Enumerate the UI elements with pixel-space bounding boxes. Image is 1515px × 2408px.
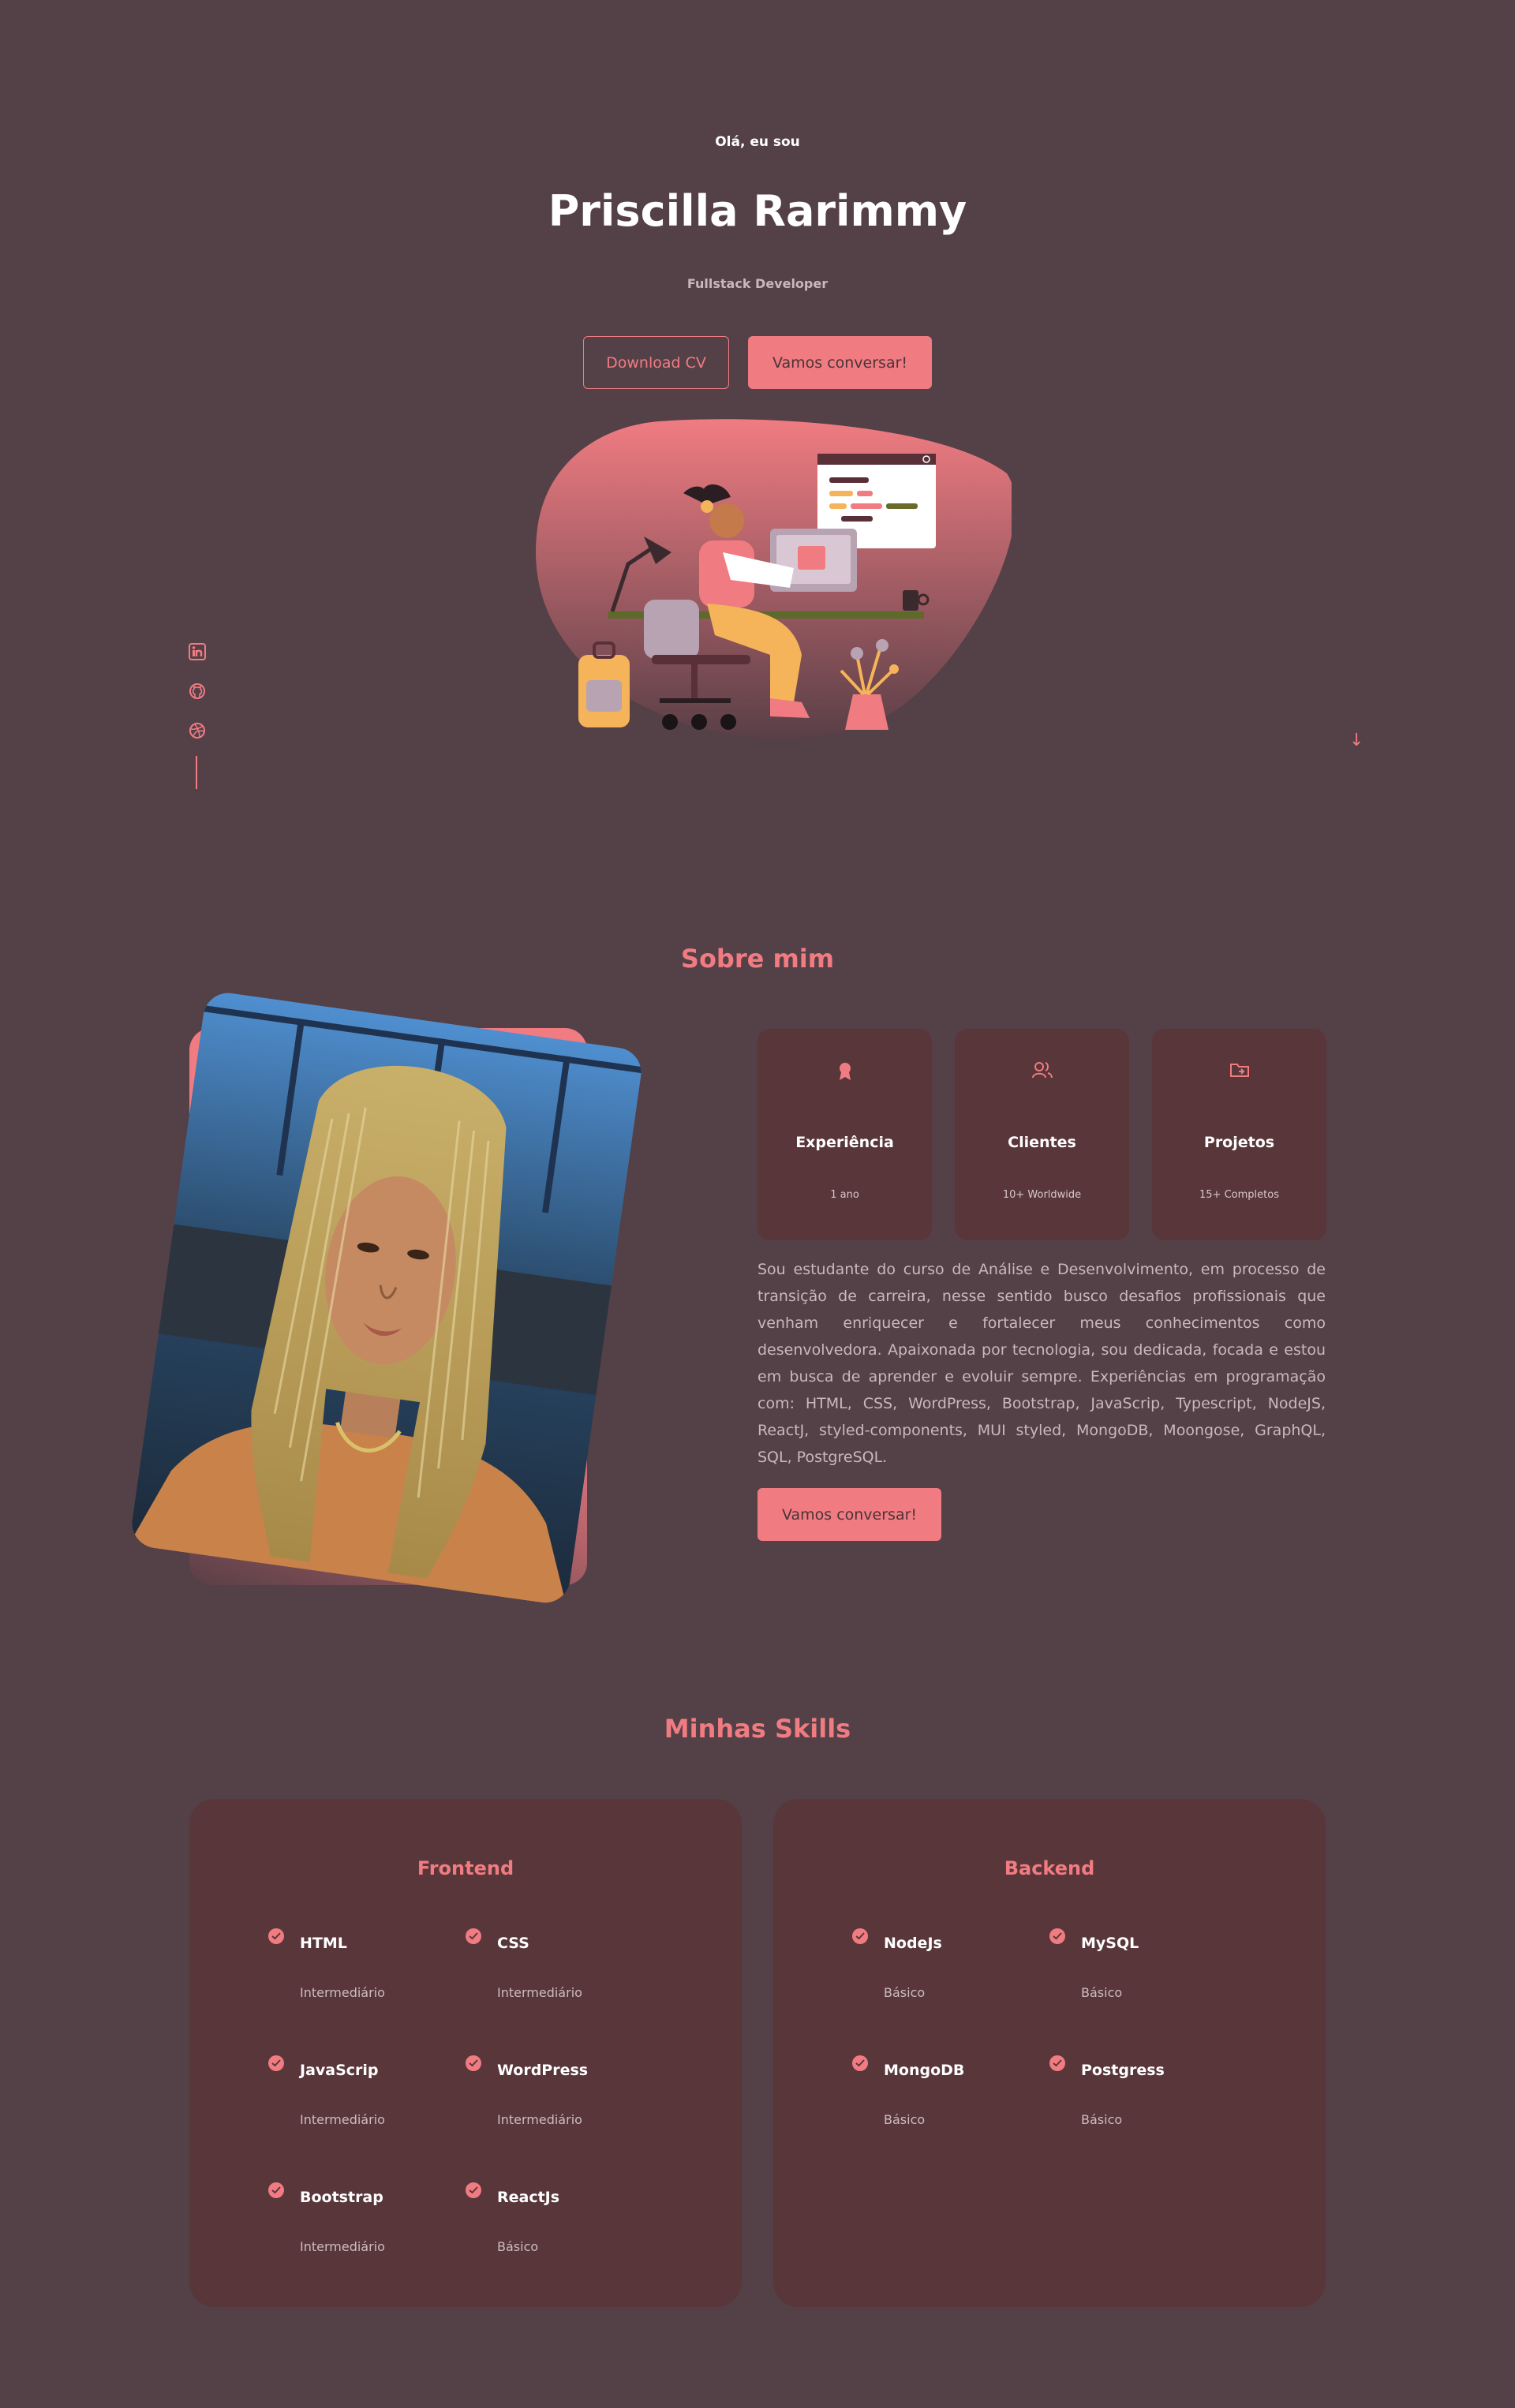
frontend-title: Frontend [417, 1857, 514, 1879]
experience-title: Experiência [795, 1134, 894, 1151]
projects-card: Projetos 15+ Completos [1152, 1029, 1326, 1240]
skill-name: Postgress [1081, 2062, 1165, 2079]
backend-card: Backend NodeJs Básico MySQL Básico Mongo… [773, 1799, 1326, 2307]
dribbble-icon[interactable] [186, 720, 208, 742]
skill-name: NodeJs [884, 1935, 942, 1952]
skill-level: Básico [497, 2239, 539, 2254]
check-badge-icon [1049, 2055, 1065, 2071]
clients-value: 10+ Worldwide [1002, 1189, 1082, 1201]
skill-item: NodeJs Básico [852, 1928, 1010, 2015]
about-contact-button[interactable]: Vamos conversar! [758, 1488, 941, 1541]
skill-name: MongoDB [884, 2062, 965, 2079]
skill-item: MongoDB Básico [852, 2055, 1010, 2142]
skill-item: HTML Intermediário [268, 1928, 426, 2015]
hero-contact-button[interactable]: Vamos conversar! [748, 336, 932, 389]
skill-name: WordPress [497, 2062, 589, 2079]
linkedin-icon[interactable] [186, 641, 208, 663]
skill-name: ReactJs [497, 2189, 560, 2206]
about-title: Sobre mim [680, 944, 835, 974]
check-badge-icon [852, 1928, 868, 1944]
frontend-card: Frontend HTML Intermediário CSS Intermed… [189, 1799, 742, 2307]
projects-value: 15+ Completos [1199, 1189, 1279, 1201]
github-icon[interactable] [186, 680, 208, 702]
skill-level: Básico [884, 1985, 926, 2000]
skill-name: HTML [300, 1935, 347, 1952]
skill-name: Bootstrap [300, 2189, 383, 2206]
skill-level: Básico [884, 2112, 926, 2127]
profile-photo [129, 989, 645, 1606]
developer-illustration [536, 419, 1012, 738]
skill-name: JavaScrip [300, 2062, 379, 2079]
skill-item: Bootstrap Intermediário [268, 2182, 426, 2269]
skill-name: MySQL [1081, 1935, 1139, 1952]
hero-role: Fullstack Developer [686, 276, 829, 291]
about-description: Sou estudante do curso de Análise e Dese… [758, 1261, 1326, 1466]
projects-title: Projetos [1203, 1134, 1275, 1151]
skill-item: MySQL Básico [1049, 1928, 1207, 2015]
skill-level: Intermediário [497, 2112, 582, 2127]
experience-card: Experiência 1 ano [758, 1029, 932, 1240]
skill-item: CSS Intermediário [466, 1928, 623, 2015]
skill-item: JavaScrip Intermediário [268, 2055, 426, 2142]
award-icon [758, 1060, 932, 1082]
check-badge-icon [466, 2182, 481, 2198]
check-badge-icon [466, 1928, 481, 1944]
experience-value: 1 ano [830, 1189, 859, 1201]
skill-level: Básico [1081, 1985, 1123, 2000]
clients-card: Clientes 10+ Worldwide [955, 1029, 1129, 1240]
skill-level: Intermediário [497, 1985, 582, 2000]
check-badge-icon [268, 2055, 284, 2071]
skill-level: Intermediário [300, 2112, 385, 2127]
skill-name: CSS [497, 1935, 529, 1952]
check-badge-icon [1049, 1928, 1065, 1944]
hero-greeting: Olá, eu sou [715, 134, 800, 150]
scroll-down-icon[interactable]: ↓ [1349, 731, 1364, 750]
social-links [186, 641, 208, 742]
skills-title: Minhas Skills [664, 1714, 851, 1744]
check-badge-icon [268, 1928, 284, 1944]
check-badge-icon [466, 2055, 481, 2071]
skill-level: Intermediário [300, 2239, 385, 2254]
skill-level: Básico [1081, 2112, 1123, 2127]
skill-item: ReactJs Básico [466, 2182, 623, 2269]
folder-icon [1152, 1060, 1326, 1079]
social-divider [196, 756, 197, 789]
backend-title: Backend [1004, 1857, 1095, 1879]
clients-title: Clientes [1008, 1134, 1076, 1151]
users-icon [955, 1060, 1129, 1081]
check-badge-icon [852, 2055, 868, 2071]
check-badge-icon [268, 2182, 284, 2198]
download-cv-button[interactable]: Download CV [583, 336, 729, 389]
skill-item: WordPress Intermediário [466, 2055, 623, 2142]
skill-level: Intermediário [300, 1985, 385, 2000]
hero-name: Priscilla Rarimmy [548, 186, 967, 236]
skill-item: Postgress Básico [1049, 2055, 1207, 2142]
